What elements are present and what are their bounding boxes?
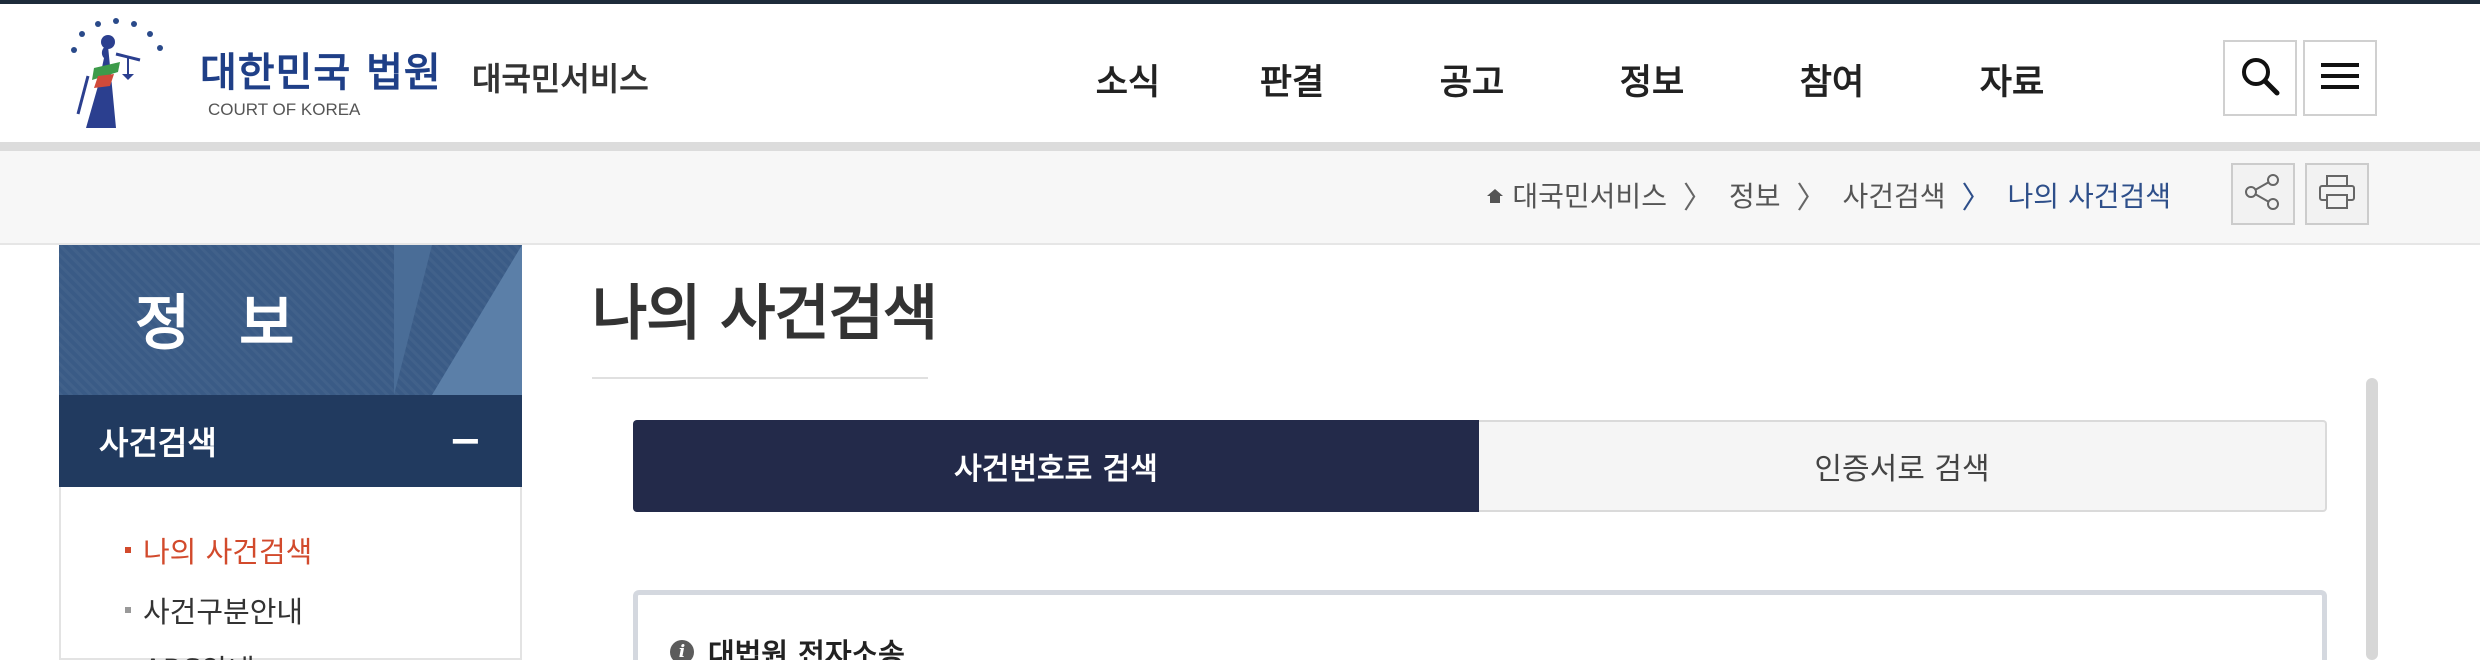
brand-subtitle: COURT OF KOREA (208, 100, 361, 119)
court-logo-icon[interactable] (58, 16, 178, 132)
notice-heading-text: 대법원 전자소송 (708, 637, 905, 660)
brand-title[interactable]: 대한민국 법원 (200, 40, 442, 98)
print-icon (2317, 173, 2357, 215)
collapse-icon[interactable]: − (448, 418, 482, 464)
nav-item-info[interactable]: 정보 (1562, 54, 1742, 105)
breadcrumb-item-service[interactable]: 대국민서비스 (1512, 175, 1667, 215)
sidebar-decoration (394, 245, 432, 395)
breadcrumb-item-info[interactable]: 정보 (1729, 175, 1781, 215)
page-title: 나의 사건검색 (592, 279, 938, 349)
notice-box: i 대법원 전자소송 (633, 590, 2327, 660)
sidebar-item-case-type-guide[interactable]: 사건구분안내 (125, 589, 303, 631)
bullet-icon (125, 607, 131, 613)
nav-item-resources[interactable]: 자료 (1922, 54, 2102, 105)
tab-certificate-search[interactable]: 인증서로 검색 (1479, 420, 2327, 512)
bullet-icon (125, 547, 131, 553)
sidebar-item-label: ARS안내 (143, 647, 255, 660)
menu-button[interactable] (2303, 40, 2377, 116)
breadcrumb-separator: 〉 (1796, 181, 1827, 216)
breadcrumb-separator: 〉 (1961, 181, 1992, 216)
sidebar-item-label: 나의 사건검색 (143, 535, 313, 569)
main-navigation: 소식 판결 공고 정보 참여 자료 (1054, 54, 2102, 105)
breadcrumb-item-current[interactable]: 나의 사건검색 (2008, 175, 2171, 215)
sidebar-submenu: 나의 사건검색 사건구분안내 ARS안내 (59, 487, 522, 660)
sidebar-title: 정 보 (135, 289, 309, 359)
nav-item-notices[interactable]: 공고 (1382, 54, 1562, 105)
sidebar-item-label: 사건구분안내 (143, 595, 304, 629)
notice-heading: i 대법원 전자소송 (670, 631, 905, 660)
site-header: 대한민국 법원 COURT OF KOREA 대국민서비스 소식 판결 공고 정… (0, 4, 2480, 142)
location-bar: 대국민서비스 〉 정보 〉 사건검색 〉 나의 사건검색 (0, 151, 2480, 245)
sidebar-section-label: 사건검색 (99, 424, 217, 462)
search-method-tabs: 사건번호로 검색 인증서로 검색 (633, 420, 2327, 512)
nav-item-participation[interactable]: 참여 (1742, 54, 1922, 105)
sidebar-decoration (432, 245, 522, 395)
nav-item-news[interactable]: 소식 (1054, 54, 1202, 105)
sidebar-section-case-search[interactable]: 사건검색 − (59, 395, 522, 487)
breadcrumb: 대국민서비스 〉 정보 〉 사건검색 〉 나의 사건검색 (1486, 173, 2171, 217)
header-divider (0, 142, 2480, 151)
sidebar-header: 정 보 (59, 245, 522, 395)
print-button[interactable] (2305, 163, 2369, 225)
nav-item-judgments[interactable]: 판결 (1202, 54, 1382, 105)
info-icon: i (670, 640, 694, 660)
sidebar-item-my-case-search[interactable]: 나의 사건검색 (125, 529, 312, 571)
search-button[interactable] (2223, 40, 2297, 116)
title-divider (592, 377, 928, 379)
share-icon (2243, 173, 2283, 215)
service-name[interactable]: 대국민서비스 (472, 54, 649, 100)
breadcrumb-item-case-search[interactable]: 사건검색 (1842, 175, 1945, 215)
tab-case-number-search[interactable]: 사건번호로 검색 (633, 420, 1479, 512)
sidebar-item-ars-guide[interactable]: ARS안내 (125, 647, 255, 660)
breadcrumb-separator: 〉 (1682, 181, 1713, 216)
content-scrollbar[interactable] (2366, 378, 2378, 660)
search-icon (2239, 55, 2281, 101)
home-icon[interactable] (1486, 179, 1504, 212)
hamburger-menu-icon (2321, 61, 2359, 95)
share-button[interactable] (2231, 163, 2295, 225)
